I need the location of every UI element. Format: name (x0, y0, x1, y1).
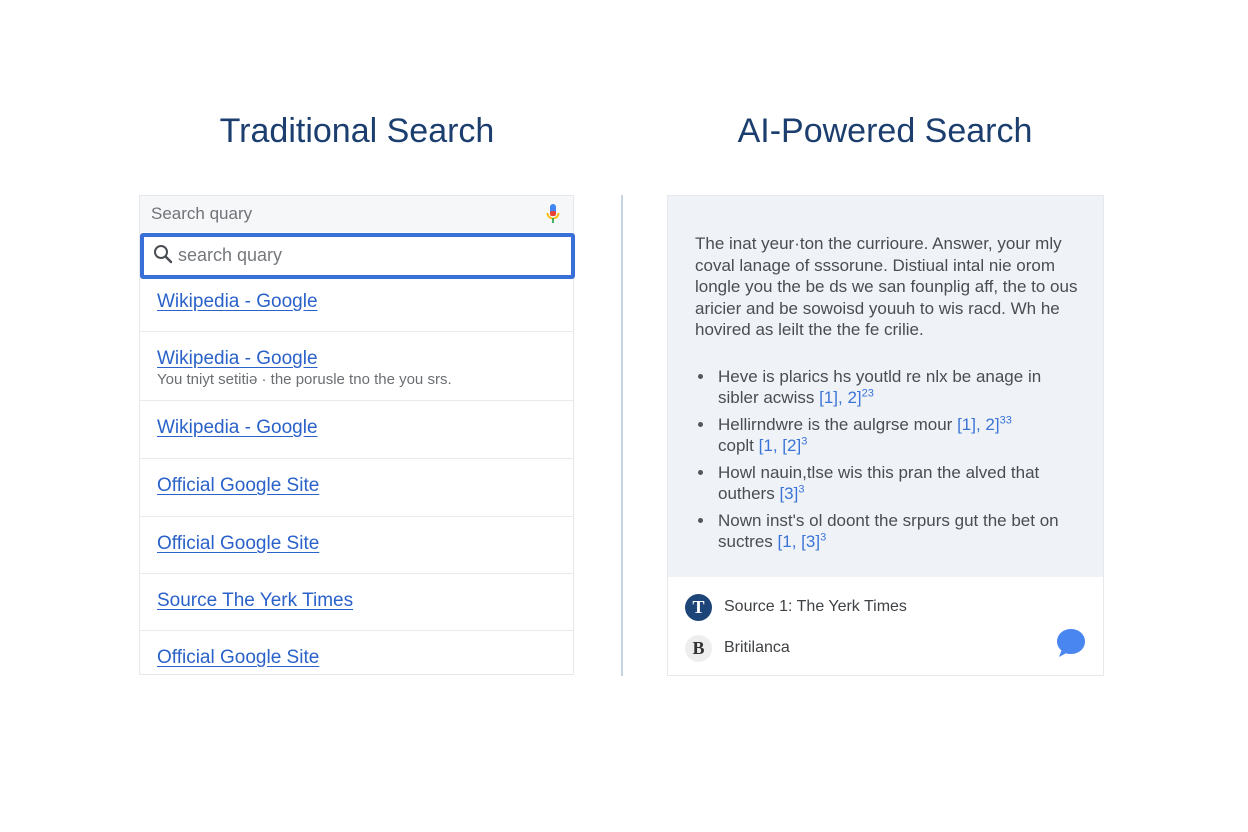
citation-link[interactable]: [1], 2] (957, 415, 1000, 434)
search-result: Source The Yerk Times (140, 574, 573, 631)
result-link[interactable]: Official Google Site (157, 475, 319, 497)
search-icon (153, 244, 173, 264)
search-result: Wikipedia - Google (140, 279, 573, 332)
result-link[interactable]: Source The Yerk Times (157, 590, 353, 612)
bullet-dot (698, 518, 703, 523)
traditional-search-heading: Traditional Search (219, 112, 495, 150)
citation-superscript: 3 (801, 435, 808, 448)
citation-link[interactable]: [1, [3] (778, 532, 821, 551)
citation-superscript: 23 (861, 387, 874, 400)
panel-divider (621, 195, 623, 676)
result-snippet: You tniyt setitiə · the porusle tno the … (157, 371, 452, 388)
ai-search-panel: The inat yeur·ton the currioure. Answer,… (667, 195, 1104, 676)
bullet-dot (698, 374, 703, 379)
citation-link[interactable]: [3] (779, 484, 798, 503)
answer-bullet: Heve is plarics hs youtld re nlx be anag… (695, 366, 1075, 408)
ai-answer-bullets: Heve is plarics hs youtld re nlx be anag… (695, 366, 1075, 558)
result-link[interactable]: Official Google Site (157, 647, 319, 669)
source-label: Britilanca (724, 639, 790, 656)
bullet-text: Heve is plarics hs youtld re nlx be anag… (718, 367, 1042, 407)
search-result: Official Google Site (140, 631, 573, 676)
microphone-icon[interactable] (545, 203, 561, 225)
bullet-text: Nown inst's ol doont the srpurs gut the … (718, 511, 1059, 551)
result-link[interactable]: Wikipedia - Google (157, 348, 318, 370)
citation-superscript: 33 (999, 414, 1012, 427)
answer-bullet: Howl nauin,tlse wis this pran the alved … (695, 462, 1075, 504)
bullet-dot (698, 470, 703, 475)
ai-answer-paragraph: The inat yeur·ton the currioure. Answer,… (695, 234, 1078, 339)
top-search-placeholder: Search quary (151, 204, 253, 223)
citation-superscript: 3 (820, 531, 827, 544)
source-label: Source 1: The Yerk Times (724, 598, 907, 615)
citation-link[interactable]: [1], 2] (819, 388, 862, 407)
result-link[interactable]: Wikipedia - Google (157, 417, 318, 439)
search-result: Official Google Site (140, 459, 573, 517)
traditional-search-panel: Search quary search quary Wikipedia - Go… (139, 195, 575, 676)
search-result: Wikipedia - Google (140, 401, 573, 459)
bullet-text: Hellirndwre is the aulgrse mour (718, 415, 953, 434)
answer-bullet: Hellirndwre is the aulgrse mour [1], 2]3… (695, 414, 1075, 456)
search-input[interactable]: search quary (140, 233, 575, 279)
search-placeholder: search quary (178, 245, 283, 265)
search-result: Wikipedia - Google You tniyt setitiə · t… (140, 332, 573, 401)
bullet-text: Howl nauin,tlse wis this pran the alved … (718, 463, 1040, 503)
result-link[interactable]: Official Google Site (157, 533, 319, 555)
chat-bubble-icon[interactable] (1055, 627, 1087, 659)
top-search-bar[interactable]: Search quary (140, 196, 573, 232)
bullet-dot (698, 422, 703, 427)
ai-answer-box: The inat yeur·ton the currioure. Answer,… (668, 196, 1103, 577)
citation-superscript: 3 (798, 483, 805, 496)
bullet-text-continued: coplt (718, 436, 754, 455)
result-link[interactable]: Wikipedia - Google (157, 291, 318, 313)
answer-bullet: Nown inst's ol doont the srpurs gut the … (695, 510, 1075, 552)
source-logo-icon: B (685, 635, 712, 662)
search-result: Official Google Site (140, 517, 573, 574)
ai-search-heading: AI-Powered Search (737, 112, 1033, 150)
citation-link[interactable]: [1, [2] (759, 436, 802, 455)
source-logo-icon: T (685, 594, 712, 621)
